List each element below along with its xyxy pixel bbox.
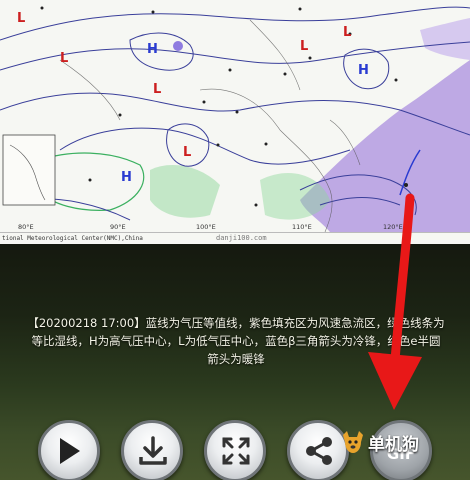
weather-map: L L H L L L H L H 80°E 90°E 100°E 110°E … <box>0 0 470 232</box>
download-button[interactable] <box>121 420 183 480</box>
share-icon <box>306 437 332 465</box>
brand-name: 单机狗 <box>368 435 419 455</box>
lon-label: 110°E <box>292 223 312 231</box>
caption-line: 【20200218 17:00】蓝线为气压等值线，紫色填充区为风速急流区，绿色线… <box>27 316 445 330</box>
expand-icon <box>222 437 250 465</box>
caption-line: 箭头为暖锋 <box>207 352 265 366</box>
lon-label: 80°E <box>18 223 34 231</box>
fullscreen-button[interactable] <box>204 420 266 480</box>
high-center-marker <box>173 41 183 51</box>
map-credit: tional Meteorological Center(NMC),China <box>2 235 143 242</box>
low-center-label: L <box>300 39 308 54</box>
play-icon <box>60 438 80 464</box>
low-center-label: L <box>60 51 68 66</box>
map-caption: 【20200218 17:00】蓝线为气压等值线，紫色填充区为风速急流区，绿色线… <box>0 314 470 368</box>
low-center-label: L <box>153 82 161 97</box>
dog-logo-icon <box>343 431 363 453</box>
play-button[interactable] <box>38 420 100 480</box>
low-center-label: L <box>17 11 25 26</box>
high-center-label: H <box>147 42 158 57</box>
caption-line: 等比湿线，H为高气压中心，L为低气压中心，蓝色β三角箭头为冷锋，红色e半圆 <box>31 334 441 348</box>
download-icon <box>139 436 167 465</box>
low-center-label: L <box>183 145 191 160</box>
jet-stream-area-north <box>420 18 470 60</box>
watermark: danji100.com <box>216 234 267 242</box>
low-center-label: L <box>343 25 351 40</box>
high-center-label: H <box>358 63 369 78</box>
brand-watermark: 单机狗 <box>340 430 419 455</box>
lon-label: 120°E <box>383 223 403 231</box>
weather-map-graphic: L L H L L L H L H 80°E 90°E 100°E 110°E … <box>0 6 470 232</box>
jet-stream-area <box>300 60 470 232</box>
lon-label: 90°E <box>110 223 126 231</box>
lon-label: 100°E <box>196 223 216 231</box>
high-center-label: H <box>121 170 132 185</box>
humidity-area <box>150 165 220 218</box>
